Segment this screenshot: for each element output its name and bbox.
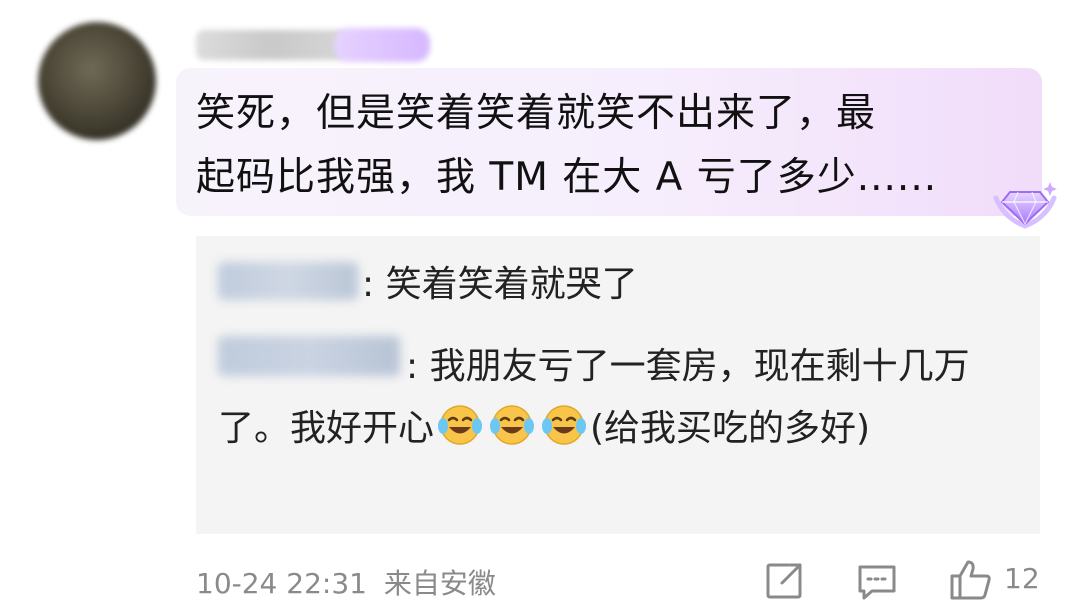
reply-username-1-blurred[interactable] [218,262,358,300]
comment-date: 10-24 22:31 [196,567,367,600]
member-badge-blurred [334,28,430,62]
reply-2-part-2: (给我买吃的多好) [590,408,871,449]
laughing-tears-emoji [490,405,535,445]
comment-text: 笑死，但是笑着笑着就笑不出来了，最 起码比我强，我 TM 在大 A 亏了多少..… [196,82,1016,210]
comment-icon[interactable] [856,563,898,601]
share-icon[interactable] [764,561,804,601]
laughing-tears-emoji [542,405,587,445]
comment-line-1: 笑死，但是笑着笑着就笑不出来了，最 [196,91,877,136]
comment-line-2: 起码比我强，我 TM 在大 A 亏了多少...... [196,155,938,200]
reply-text-1: : 笑着笑着就哭了 [362,264,638,305]
comment-meta: 10-24 22:31 来自安徽 [196,562,496,602]
avatar[interactable] [38,22,156,140]
laughing-tears-emoji [438,405,483,445]
diamond-gem-icon [993,182,1057,229]
comment-location: 来自安徽 [383,567,496,600]
username-blurred[interactable] [196,30,346,60]
reply-text-2: : 我朋友亏了一套房，现在剩十几万了。我好开心 (给我买吃的多好) [218,336,1018,460]
like-count: 12 [1004,562,1040,595]
thumbs-up-icon[interactable] [948,558,992,602]
